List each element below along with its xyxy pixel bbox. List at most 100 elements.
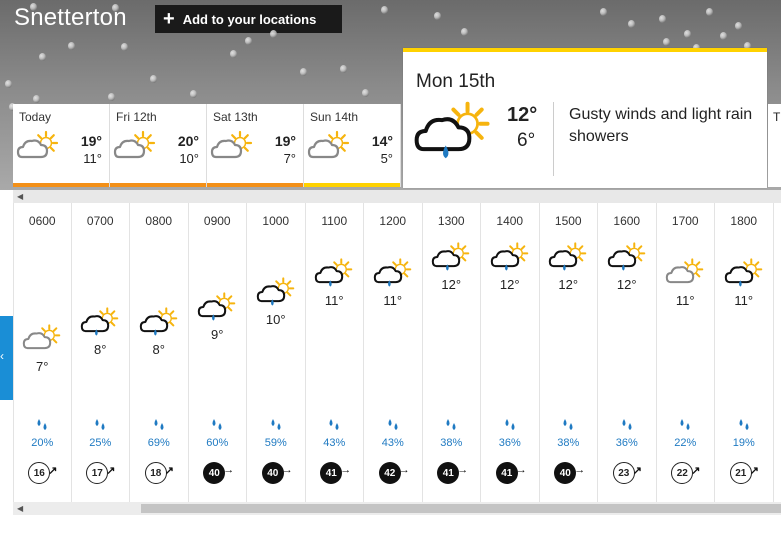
hour-column[interactable]: 1500 12° 38% 40 → — [540, 203, 598, 502]
raindrop-decoration — [150, 75, 157, 83]
bottom-scrollbar[interactable]: ◀ — [13, 502, 781, 515]
hour-column[interactable]: 0900 9° 60% 40 → — [189, 203, 247, 502]
raindrops-icon — [446, 419, 456, 430]
wind-indicator: 17 ↗ — [86, 462, 115, 488]
raindrops-icon — [622, 419, 632, 430]
raindrop-decoration — [381, 6, 388, 14]
scroll-left-icon[interactable]: ◀ — [17, 192, 23, 201]
wind-speed: 21 — [729, 462, 752, 484]
wind-speed: 41 — [495, 462, 518, 484]
raindrop-decoration — [270, 30, 277, 38]
hour-column[interactable]: 1600 12° 36% 23 ↗ — [598, 203, 657, 502]
day-color-bar — [110, 183, 206, 187]
raindrops-icon — [329, 419, 339, 430]
hour-column[interactable]: 1000 10° 59% 40 → — [247, 203, 306, 502]
sun-rain-cloud-icon — [414, 101, 490, 159]
scroll-left-tab[interactable]: ‹ — [0, 316, 13, 400]
wind-speed: 42 — [378, 462, 401, 484]
raindrops-icon — [680, 419, 690, 430]
hour-time: 1000 — [262, 214, 290, 228]
hour-column[interactable]: 1300 12° 38% 41 → — [423, 203, 481, 502]
hour-column[interactable]: 0800 8° 69% 18 ↗ — [130, 203, 189, 502]
wind-indicator: 41 → — [495, 462, 527, 488]
wind-direction-icon: ↗ — [48, 465, 58, 477]
hour-temperature: 7° — [36, 359, 49, 374]
day-tab-sun[interactable]: Sun 14th 14° 5° — [304, 104, 401, 187]
raindrop-decoration — [735, 22, 742, 30]
day-low: 10° — [179, 151, 199, 166]
raindrop-decoration — [5, 80, 12, 88]
sun-rain-cloud-icon — [490, 242, 529, 271]
day-color-bar — [304, 183, 400, 187]
hour-time: 0600 — [28, 214, 56, 228]
rain-chance: 38% — [440, 437, 463, 449]
raindrops-icon — [505, 419, 515, 430]
raindrops-icon — [154, 419, 164, 430]
day-tab-sat[interactable]: Sat 13th 19° 7° — [207, 104, 304, 187]
raindrops-icon — [37, 419, 47, 430]
hour-column[interactable]: 1400 12° 36% 41 → — [481, 203, 540, 502]
rain-chance: 36% — [498, 437, 521, 449]
sun-cloud-icon — [307, 130, 350, 159]
forecast-page: Snetterton + Add to your locations Today… — [0, 0, 781, 533]
rain-chance: 19% — [732, 437, 755, 449]
selected-day-date: 15th — [458, 71, 496, 92]
hour-temperature: 9° — [211, 327, 224, 342]
wind-indicator: 22 ↗ — [671, 462, 700, 488]
hour-time: 1500 — [554, 214, 582, 228]
day-color-bar — [13, 183, 109, 187]
sun-cloud-icon — [113, 130, 156, 159]
day-tab-fri[interactable]: Fri 12th 20° 10° — [110, 104, 207, 187]
hour-time: 1100 — [321, 214, 348, 228]
day-low: 5° — [380, 151, 393, 166]
add-location-button[interactable]: + Add to your locations — [155, 5, 342, 33]
top-scrollbar[interactable]: ◀ — [13, 190, 781, 203]
wind-speed: 17 — [86, 462, 109, 484]
raindrop-decoration — [68, 42, 75, 50]
plus-icon: + — [163, 8, 175, 30]
hour-temperature: 8° — [152, 342, 165, 357]
raindrops-icon — [739, 419, 749, 430]
raindrops-icon — [563, 419, 573, 430]
raindrops-icon — [388, 419, 398, 430]
wind-speed: 23 — [612, 462, 635, 484]
day-high: 19° — [274, 133, 296, 149]
raindrop-decoration — [190, 90, 197, 98]
wind-indicator: 42 → — [378, 462, 410, 488]
selected-day-low: 6° — [517, 130, 536, 151]
wind-indicator: 40 → — [554, 462, 585, 488]
scrollbar-thumb[interactable] — [141, 504, 781, 513]
sun-cloud-icon — [23, 324, 61, 350]
hour-time: 1400 — [496, 214, 524, 228]
hour-column[interactable]: 1200 11° 43% 42 → — [364, 203, 423, 502]
hour-temperature: 10° — [265, 312, 286, 327]
hour-temperature: 11° — [324, 293, 344, 308]
selected-day-panel[interactable]: Mon 15th 12° 6° Gusty winds and light ra… — [403, 48, 767, 188]
sun-rain-cloud-icon — [373, 258, 412, 287]
raindrops-icon — [271, 419, 281, 430]
hour-column[interactable]: 1800 11° 19% 21 ↗ — [715, 203, 774, 502]
rain-chance: 69% — [147, 437, 170, 449]
raindrop-decoration — [121, 43, 128, 51]
selected-day-name: Mon — [416, 71, 453, 92]
day-tab-next[interactable]: T — [768, 104, 781, 187]
rain-chance: 59% — [264, 437, 287, 449]
hour-column[interactable]: 0700 8° 25% 17 ↗ — [72, 203, 130, 502]
add-location-label: Add to your locations — [182, 11, 317, 27]
raindrop-decoration — [30, 3, 37, 11]
day-tab-today[interactable]: Today 19° 11° — [13, 104, 110, 187]
hour-column[interactable]: 0600 7° 20% 16 ↗ — [13, 203, 72, 502]
hour-column[interactable]: 1100 11° 43% 41 → — [306, 203, 364, 502]
wind-indicator: 23 ↗ — [612, 462, 642, 488]
wind-direction-icon: → — [340, 464, 352, 476]
scroll-left-icon[interactable]: ◀ — [17, 504, 23, 513]
wind-direction-icon: ↗ — [164, 465, 174, 477]
hour-time: 1200 — [379, 214, 407, 228]
wind-direction-icon: → — [515, 464, 527, 476]
rain-chance: 60% — [206, 437, 229, 449]
sun-rain-cloud-icon — [81, 307, 119, 336]
wind-indicator: 16 ↗ — [28, 462, 58, 488]
hour-column[interactable]: 1700 11° 22% 22 ↗ — [657, 203, 715, 502]
raindrop-decoration — [245, 37, 252, 45]
selected-day-high: 12° — [507, 104, 538, 126]
